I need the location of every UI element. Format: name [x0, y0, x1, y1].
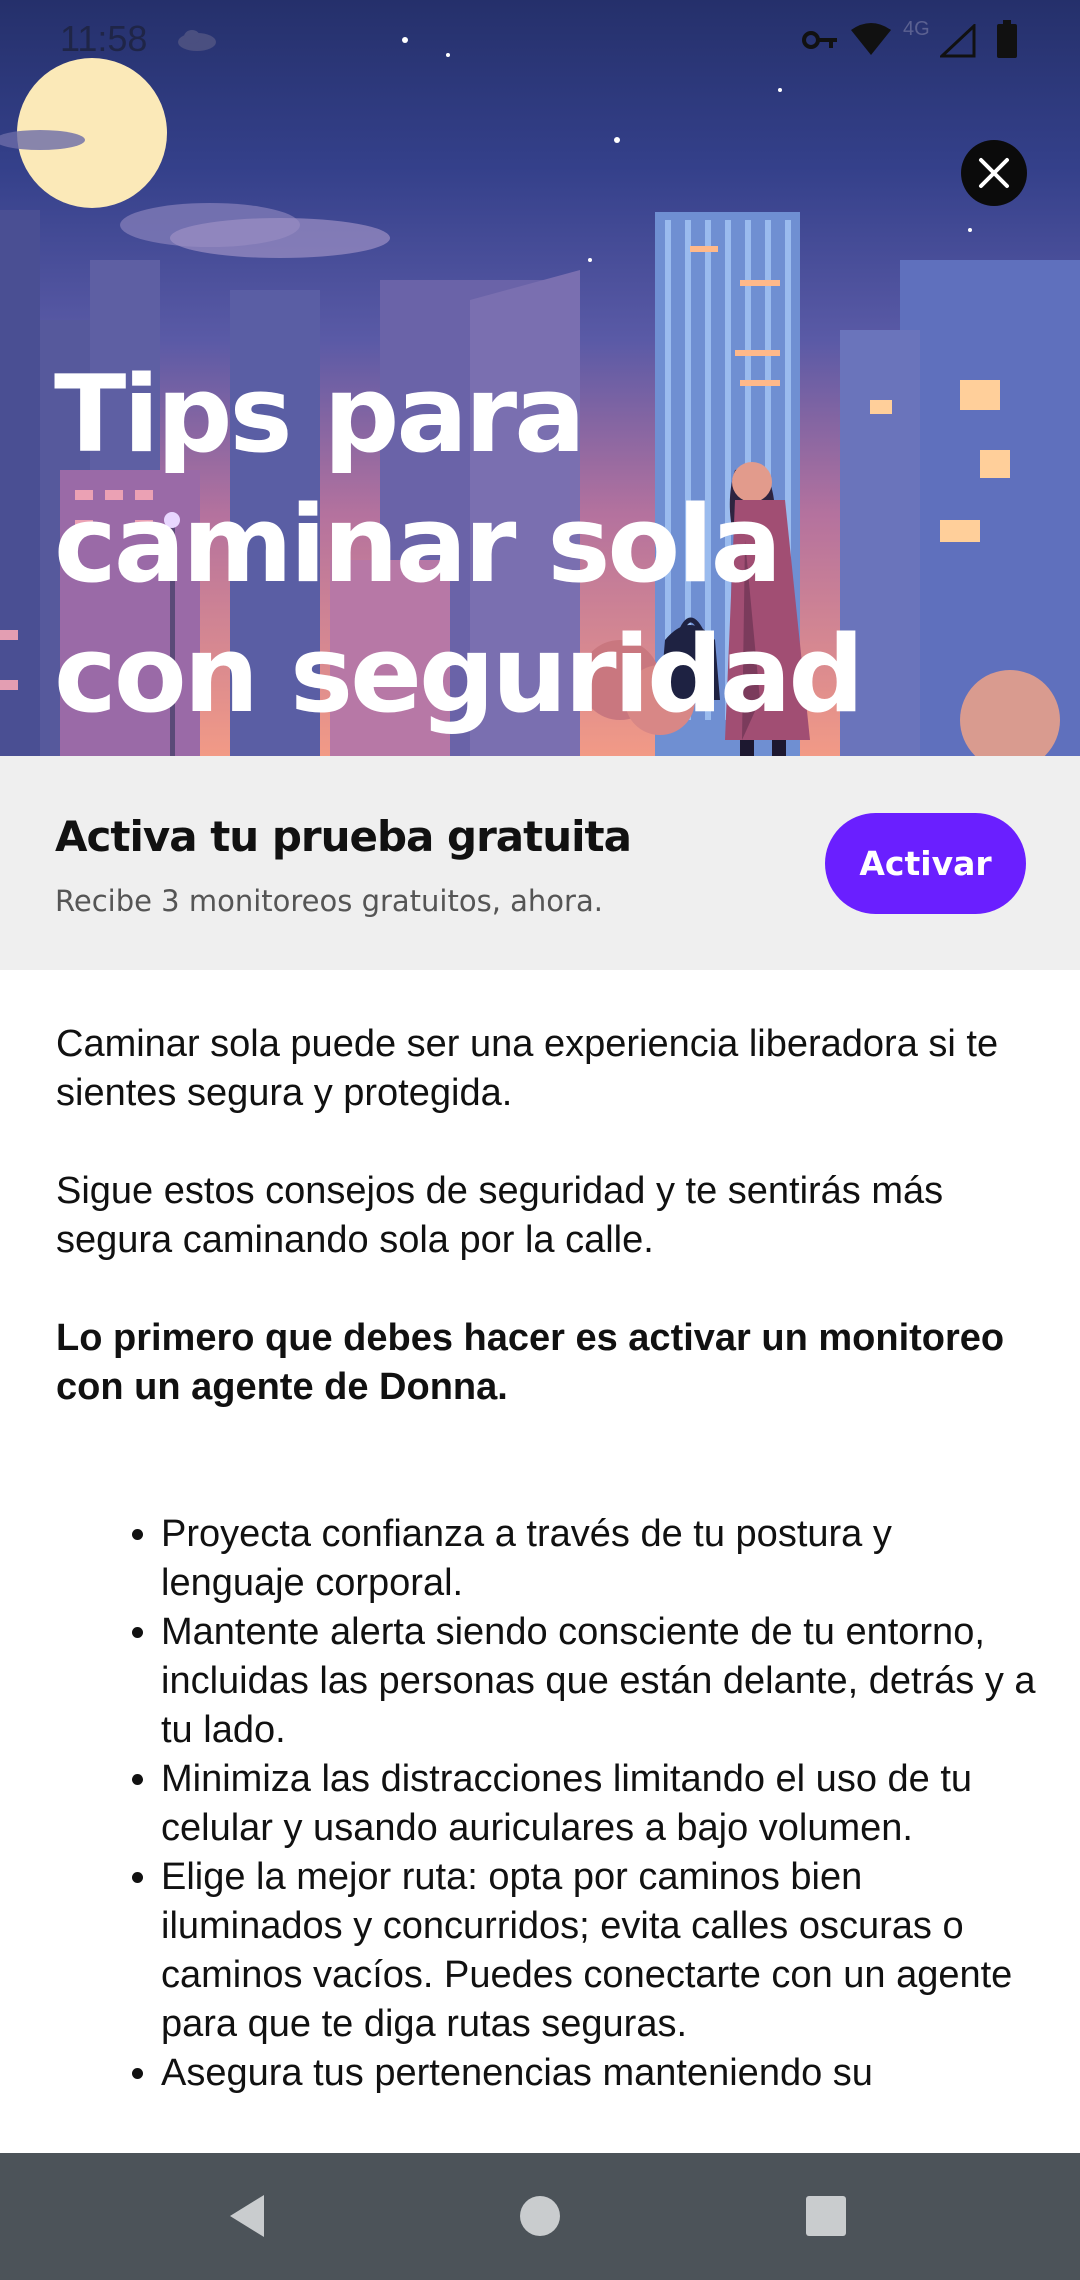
close-icon [979, 158, 1009, 188]
promo-subtitle: Recibe 3 monitoreos gratuitos, ahora. [55, 884, 603, 918]
promo-title: Activa tu prueba gratuita [55, 812, 632, 861]
list-item: Proyecta confianza a través de tu postur… [161, 1510, 1036, 1608]
cloud-icon [178, 30, 216, 51]
wifi-icon [851, 23, 891, 55]
list-item: Asegura tus pertenencias manteniendo su [161, 2049, 1036, 2098]
system-nav-bar [0, 2153, 1080, 2280]
recents-icon[interactable] [793, 2183, 859, 2249]
status-time: 11:58 [60, 18, 148, 59]
page-title: Tips para caminar sola con seguridad [54, 353, 864, 736]
hero-banner: Tips para caminar sola con seguridad [0, 0, 1080, 756]
battery-icon [997, 20, 1017, 58]
tips-list: Proyecta confianza a través de tu postur… [56, 1510, 1036, 2098]
key-icon [802, 31, 837, 49]
status-bar: 11:58 4G [0, 0, 1080, 80]
network-label: 4G [903, 18, 930, 40]
activate-button[interactable]: Activar [825, 813, 1026, 914]
back-icon[interactable] [216, 2183, 282, 2249]
free-trial-banner: Activa tu prueba gratuita Recibe 3 monit… [0, 756, 1080, 970]
highlight-paragraph: Lo primero que debes hacer es activar un… [56, 1317, 1005, 1408]
home-icon[interactable] [507, 2183, 573, 2249]
list-item: Minimiza las distracciones limitando el … [161, 1755, 1036, 1853]
intro-paragraph: Caminar sola puede ser una experiencia l… [56, 1023, 999, 1114]
close-button[interactable] [961, 140, 1027, 206]
list-item: Elige la mejor ruta: opta por caminos bi… [161, 1853, 1036, 2049]
list-item: Mantente alerta siendo consciente de tu … [161, 1608, 1036, 1755]
signal-4g-icon [940, 24, 976, 58]
article-content: Caminar sola puede ser una experiencia l… [56, 1020, 1036, 2098]
intro-paragraph: Sigue estos consejos de seguridad y te s… [56, 1170, 944, 1261]
